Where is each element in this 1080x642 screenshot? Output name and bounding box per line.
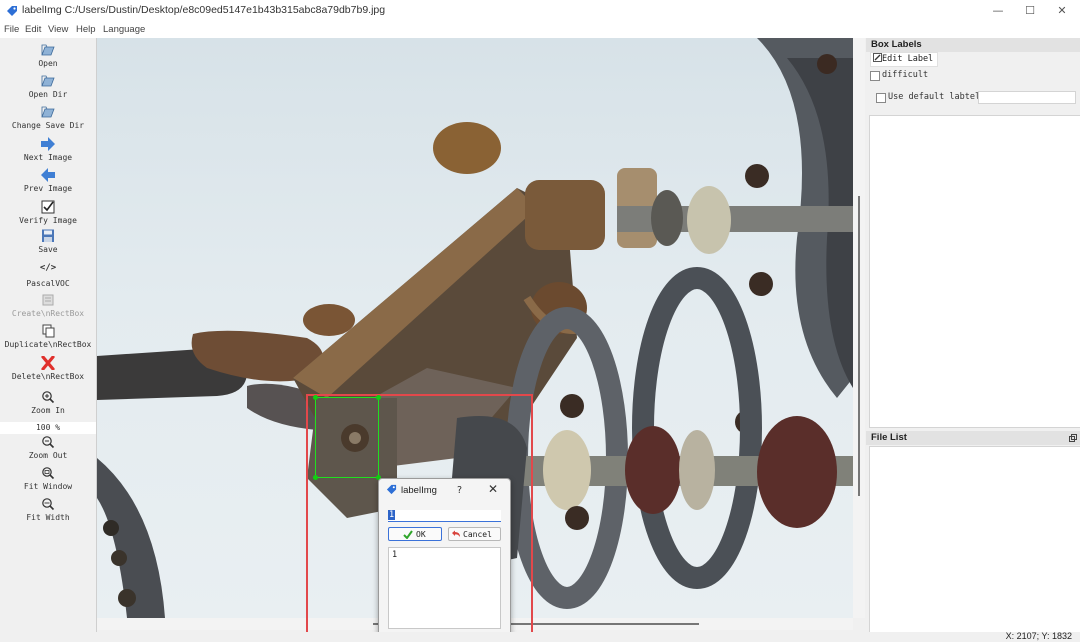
- labelimg-tag-icon: [386, 484, 397, 495]
- fit-width-button[interactable]: Fit Width: [0, 497, 96, 522]
- pascal-voc-label: PascalVOC: [26, 279, 70, 288]
- list-item[interactable]: 1: [392, 550, 397, 560]
- title-bar: labelImg C:/Users/Dustin/Desktop/e8c09ed…: [0, 0, 1080, 22]
- next-image-button[interactable]: Next Image: [0, 137, 96, 162]
- change-save-dir-label: Change Save Dir: [11, 121, 85, 130]
- maximize-button[interactable]: ☐: [1016, 3, 1044, 19]
- cancel-label: Cancel: [463, 530, 492, 539]
- vertical-scroll-thumb[interactable]: [858, 196, 860, 496]
- dialog-title: labelImg: [401, 485, 437, 496]
- duplicate-rectbox-label: Duplicate\nRectBox: [4, 340, 92, 349]
- prev-image-button[interactable]: Prev Image: [0, 168, 96, 193]
- menu-view[interactable]: View: [48, 24, 68, 35]
- fit-window-label: Fit Window: [23, 482, 73, 491]
- code-tags-icon: </>: [39, 263, 57, 273]
- menu-file[interactable]: File: [4, 24, 19, 35]
- minimize-button[interactable]: —: [984, 3, 1012, 19]
- verify-image-label: Verify Image: [19, 216, 77, 225]
- save-button[interactable]: Save: [0, 229, 96, 254]
- arrow-right-icon: [41, 137, 55, 151]
- ok-button[interactable]: OK: [388, 527, 442, 541]
- open-button[interactable]: Open: [0, 43, 96, 68]
- cancel-button[interactable]: Cancel: [448, 527, 501, 541]
- zoom-out-icon: [42, 436, 55, 449]
- fit-width-icon: [42, 498, 55, 511]
- open-file-icon: [41, 44, 55, 56]
- edit-label-text: Edit Label: [882, 54, 934, 64]
- box-handle-top-left[interactable]: [313, 395, 318, 400]
- right-dock: Box Labels Edit Label difficult Use defa…: [866, 38, 1080, 634]
- default-label-input[interactable]: [978, 91, 1076, 104]
- zoom-in-button[interactable]: Zoom In: [0, 390, 96, 415]
- use-default-label-text: Use default labtel: [888, 92, 981, 102]
- ok-label: OK: [416, 530, 426, 539]
- file-list-header: File List: [866, 431, 1080, 445]
- difficult-label: difficult: [882, 70, 929, 80]
- status-bar: X: 2107; Y: 1832: [0, 631, 1080, 642]
- box-handle-bottom-left[interactable]: [313, 475, 318, 480]
- check-icon: [403, 530, 413, 539]
- box-labels-header: Box Labels: [866, 38, 1080, 52]
- floppy-disk-icon: [42, 229, 54, 242]
- dialog-help-button[interactable]: ?: [457, 485, 462, 496]
- box-handle-top-right[interactable]: [376, 395, 381, 400]
- edit-label-button[interactable]: Edit Label: [870, 52, 939, 67]
- open-dir-button[interactable]: Open Dir: [0, 74, 96, 99]
- create-rectbox-label: Create\nRectBox: [11, 309, 85, 318]
- zoom-out-label: Zoom Out: [28, 451, 68, 460]
- delete-x-icon: [41, 356, 55, 370]
- menu-help[interactable]: Help: [76, 24, 96, 35]
- fit-width-label: Fit Width: [26, 513, 70, 522]
- create-rectbox-button[interactable]: Create\nRectBox: [0, 293, 96, 318]
- label-dialog: labelImg ? ✕ 1 OK Cancel 1: [378, 478, 511, 638]
- verify-image-button[interactable]: Verify Image: [0, 200, 96, 225]
- arrow-left-icon: [41, 168, 55, 182]
- dock-float-icon[interactable]: [1069, 434, 1077, 442]
- vertical-scrollbar[interactable]: [853, 38, 865, 618]
- next-image-label: Next Image: [23, 153, 73, 162]
- prev-image-label: Prev Image: [23, 184, 73, 193]
- zoom-level-field[interactable]: 100 %: [0, 422, 96, 434]
- duplicate-icon: [42, 324, 55, 338]
- undo-arrow-icon: [452, 530, 460, 537]
- label-list[interactable]: [869, 115, 1080, 428]
- open-folder-icon: [41, 75, 55, 87]
- zoom-out-button[interactable]: Zoom Out: [0, 435, 96, 460]
- close-button[interactable]: ✕: [1048, 3, 1076, 19]
- pascal-voc-button[interactable]: </> PascalVOC: [0, 263, 96, 288]
- delete-rectbox-button[interactable]: Delete\nRectBox: [0, 356, 96, 381]
- label-input-value: 1: [388, 510, 396, 520]
- zoom-in-label: Zoom In: [31, 406, 65, 415]
- dialog-close-button[interactable]: ✕: [488, 482, 498, 496]
- save-folder-icon: [41, 106, 55, 118]
- duplicate-rectbox-button[interactable]: Duplicate\nRectBox: [0, 324, 96, 349]
- open-label: Open: [38, 59, 58, 68]
- zoom-in-icon: [42, 391, 55, 404]
- file-list[interactable]: [869, 446, 1080, 634]
- fit-window-icon: [42, 467, 55, 480]
- menu-bar: File Edit View Help Language: [0, 22, 1080, 38]
- label-input[interactable]: 1: [388, 510, 501, 522]
- window-title: labelImg C:/Users/Dustin/Desktop/e8c09ed…: [22, 4, 386, 16]
- label-history-list[interactable]: 1: [388, 547, 501, 629]
- fit-window-button[interactable]: Fit Window: [0, 466, 96, 491]
- labelimg-tag-icon: [7, 6, 17, 16]
- edit-pencil-icon: [873, 53, 882, 62]
- toolbar: Open Open Dir Change Save Dir Next Image…: [0, 38, 97, 632]
- difficult-checkbox[interactable]: [870, 71, 880, 81]
- checkbox-check-icon: [41, 200, 55, 214]
- open-dir-label: Open Dir: [28, 90, 68, 99]
- delete-rectbox-label: Delete\nRectBox: [11, 372, 85, 381]
- bounding-box[interactable]: [315, 397, 379, 478]
- change-save-dir-button[interactable]: Change Save Dir: [0, 105, 96, 130]
- create-box-icon: [42, 294, 54, 306]
- use-default-label-checkbox[interactable]: [876, 93, 886, 103]
- menu-language[interactable]: Language: [103, 24, 145, 35]
- cursor-coordinates: X: 2107; Y: 1832: [1005, 631, 1072, 641]
- save-label: Save: [38, 245, 58, 254]
- menu-edit[interactable]: Edit: [25, 24, 41, 35]
